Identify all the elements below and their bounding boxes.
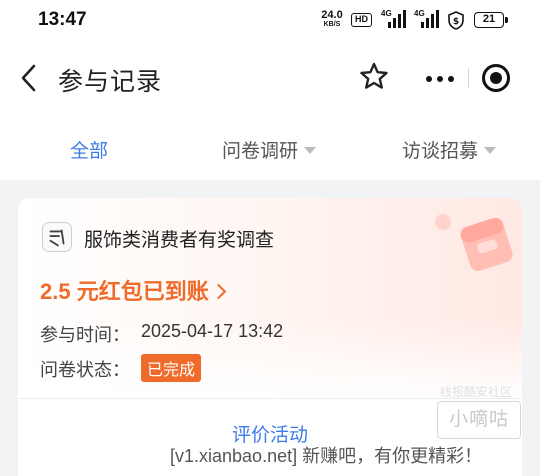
status-badge: 已完成 bbox=[141, 354, 202, 382]
questionnaire-status-label: 问卷状态： bbox=[40, 360, 130, 380]
survey-icon bbox=[42, 222, 72, 252]
close-mini-program-icon[interactable] bbox=[482, 64, 512, 94]
participation-time-label: 参与时间： bbox=[40, 325, 130, 345]
watermark-logo: 小嘀咕 bbox=[437, 401, 521, 439]
watermark-bar: [v1.xianbao.net] 新赚吧，有你更精彩！ bbox=[170, 446, 483, 466]
red-envelope-icon bbox=[435, 214, 513, 272]
network-speed: 24.0 KB/S bbox=[318, 10, 346, 30]
participation-time-value: 2025-04-17 13:42 bbox=[141, 321, 284, 341]
chevron-down-icon bbox=[484, 147, 497, 154]
tab-all[interactable]: 全部 bbox=[70, 136, 108, 163]
battery-icon: 21 bbox=[474, 12, 508, 28]
network-speed-unit: KB/S bbox=[323, 21, 341, 28]
tab-questionnaire-label: 问卷调研 bbox=[222, 141, 299, 162]
chevron-right-icon bbox=[210, 283, 226, 300]
tab-questionnaire[interactable]: 问卷调研 bbox=[222, 136, 317, 163]
more-options-button[interactable] bbox=[418, 60, 462, 96]
tab-interview-label: 访谈招募 bbox=[402, 141, 479, 162]
tab-all-label: 全部 bbox=[70, 141, 109, 162]
watermark-label: 线报酷安社区 bbox=[440, 385, 513, 399]
mini-program-capsule bbox=[408, 56, 526, 100]
svg-text:$: $ bbox=[453, 17, 459, 27]
signal-icon-1: 4G bbox=[381, 9, 407, 29]
page-title: 参与记录 bbox=[58, 68, 163, 96]
status-time: 13:47 bbox=[38, 9, 87, 30]
chevron-down-icon bbox=[304, 147, 317, 154]
status-bar: 13:47 24.0 KB/S HD 4G 4G $ 21 bbox=[0, 0, 540, 40]
network-speed-value: 24.0 bbox=[321, 9, 343, 21]
signal-icon-2: 4G bbox=[414, 9, 440, 29]
hd-voice-icon: HD bbox=[351, 13, 372, 27]
participation-time-row: 参与时间： 2025-04-17 13:42 bbox=[40, 321, 283, 347]
signal-2-label: 4G bbox=[414, 9, 425, 18]
signal-1-label: 4G bbox=[381, 9, 392, 18]
star-favorite-icon[interactable] bbox=[357, 60, 391, 94]
reward-link[interactable]: 2.5 元红包已到账 bbox=[40, 274, 226, 306]
tab-interview[interactable]: 访谈招募 bbox=[402, 136, 497, 163]
survey-name: 服饰类消费者有奖调查 bbox=[84, 230, 275, 251]
shield-dollar-icon: $ bbox=[448, 11, 464, 30]
capsule-divider bbox=[468, 68, 469, 88]
questionnaire-status-row: 问卷状态： 已完成 bbox=[40, 354, 202, 382]
reward-text: 2.5 元红包已到账 bbox=[40, 279, 209, 304]
back-arrow-icon[interactable] bbox=[14, 60, 46, 96]
